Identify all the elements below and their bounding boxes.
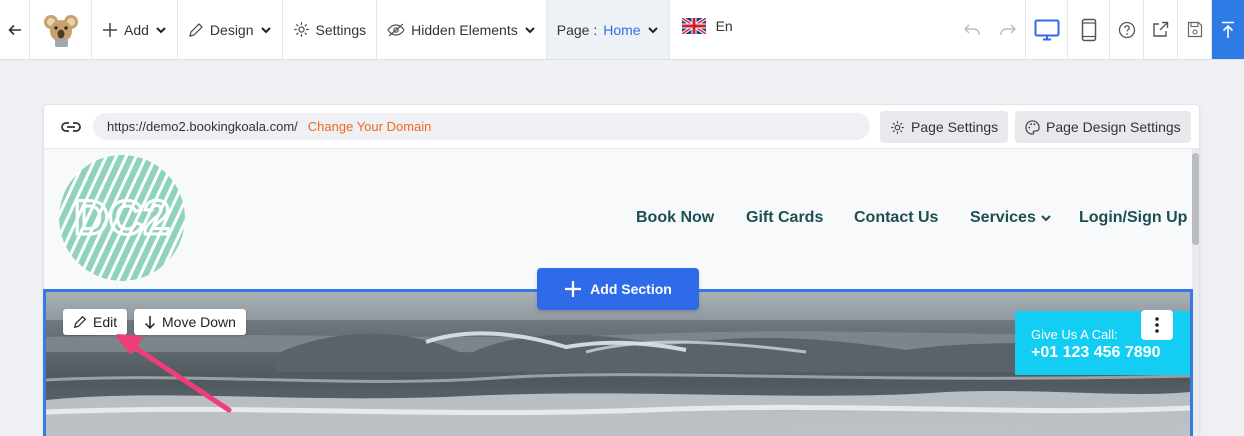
svg-text:DC2: DC2 bbox=[74, 192, 170, 245]
page-prefix: Page : bbox=[556, 21, 598, 38]
upload-top-icon bbox=[1222, 21, 1234, 38]
undo-button[interactable] bbox=[954, 0, 990, 59]
chevron-down-icon bbox=[260, 26, 271, 33]
gear-icon bbox=[891, 120, 904, 134]
redo-icon bbox=[999, 24, 1016, 35]
edit-label: Edit bbox=[93, 314, 118, 330]
canvas-scrollbar[interactable] bbox=[1192, 149, 1199, 436]
site-logo[interactable]: DC2 bbox=[59, 155, 185, 281]
chevron-down-icon bbox=[156, 26, 166, 33]
desktop-icon bbox=[1034, 19, 1059, 40]
app-logo[interactable] bbox=[30, 0, 92, 59]
help-button[interactable] bbox=[1110, 0, 1144, 59]
nav-login-signup[interactable]: Login/Sign Up bbox=[1079, 209, 1187, 227]
eye-slash-icon bbox=[387, 23, 405, 36]
back-button[interactable] bbox=[0, 0, 30, 59]
mobile-icon bbox=[1081, 18, 1096, 41]
page-selector[interactable]: Page : Home bbox=[546, 0, 670, 59]
open-external-button[interactable] bbox=[1144, 0, 1178, 59]
arrow-down-icon bbox=[144, 315, 156, 329]
top-toolbar: Add Design Settings Hidden Elements Page… bbox=[0, 0, 1244, 60]
nav-label: Services bbox=[970, 209, 1036, 226]
chevron-down-icon bbox=[647, 26, 658, 33]
nav-label: Gift Cards bbox=[746, 209, 824, 226]
desktop-view-button[interactable] bbox=[1026, 0, 1068, 59]
call-us-label: Give Us A Call: bbox=[1031, 327, 1118, 342]
nav-book-now[interactable]: Book Now bbox=[636, 209, 714, 227]
design-menu[interactable]: Design bbox=[178, 0, 283, 59]
scrollbar-thumb[interactable] bbox=[1192, 153, 1199, 245]
more-options-button[interactable] bbox=[1141, 310, 1173, 340]
domain-box: https://demo2.bookingkoala.com/ Change Y… bbox=[93, 113, 870, 140]
plus-icon bbox=[565, 281, 582, 297]
nav-label: Book Now bbox=[636, 209, 715, 226]
nav-label: Contact Us bbox=[854, 209, 939, 226]
redo-button[interactable] bbox=[990, 0, 1026, 59]
nav-gift-cards[interactable]: Gift Cards bbox=[746, 209, 823, 227]
pencil-icon bbox=[189, 22, 203, 37]
page-settings-label: Page Settings bbox=[911, 119, 999, 135]
change-domain-link[interactable]: Change Your Domain bbox=[308, 119, 432, 134]
page-design-settings-button[interactable]: Page Design Settings bbox=[1015, 111, 1191, 143]
gear-icon bbox=[293, 22, 309, 37]
koala-logo-icon bbox=[43, 14, 78, 47]
move-down-label: Move Down bbox=[162, 314, 236, 330]
chevron-down-icon bbox=[525, 26, 535, 33]
move-down-button[interactable]: Move Down bbox=[134, 309, 246, 335]
help-icon bbox=[1118, 21, 1135, 38]
save-button[interactable] bbox=[1178, 0, 1212, 59]
language-label: En bbox=[715, 18, 733, 34]
design-label: Design bbox=[209, 21, 254, 38]
page-settings-button[interactable]: Page Settings bbox=[880, 111, 1009, 143]
palette-icon bbox=[1025, 119, 1040, 135]
language-selector[interactable]: En bbox=[670, 0, 745, 59]
hidden-elements-label: Hidden Elements bbox=[411, 21, 518, 38]
hidden-elements-menu[interactable]: Hidden Elements bbox=[377, 0, 547, 59]
add-label: Add bbox=[124, 21, 149, 38]
page-design-settings-label: Page Design Settings bbox=[1046, 119, 1181, 135]
edit-section-button[interactable]: Edit bbox=[63, 309, 128, 335]
save-icon bbox=[1187, 21, 1202, 38]
settings-button[interactable]: Settings bbox=[283, 0, 378, 59]
undo-icon bbox=[964, 24, 980, 35]
link-icon bbox=[61, 122, 81, 132]
add-menu[interactable]: Add bbox=[92, 0, 178, 59]
publish-button[interactable] bbox=[1212, 0, 1244, 59]
add-section-label: Add Section bbox=[590, 281, 672, 297]
arrow-left-icon bbox=[7, 24, 21, 35]
chevron-down-icon bbox=[1041, 215, 1051, 222]
nav-services[interactable]: Services bbox=[970, 209, 1052, 227]
settings-label: Settings bbox=[315, 21, 367, 38]
mobile-view-button[interactable] bbox=[1068, 0, 1110, 59]
nav-contact-us[interactable]: Contact Us bbox=[854, 209, 938, 227]
page-value: Home bbox=[603, 21, 641, 38]
nav-label: Login/Sign Up bbox=[1079, 209, 1188, 226]
external-link-icon bbox=[1153, 21, 1169, 37]
url-bar: https://demo2.bookingkoala.com/ Change Y… bbox=[44, 105, 1199, 149]
dc2-logo-icon: DC2 bbox=[59, 155, 185, 281]
add-section-button[interactable]: Add Section bbox=[537, 268, 699, 310]
site-url: https://demo2.bookingkoala.com/ bbox=[107, 119, 298, 134]
pencil-icon bbox=[73, 315, 87, 329]
phone-number[interactable]: +01 123 456 7890 bbox=[1031, 344, 1160, 362]
kebab-menu-icon bbox=[1155, 317, 1159, 333]
uk-flag-icon bbox=[681, 18, 706, 34]
plus-icon bbox=[103, 22, 117, 37]
